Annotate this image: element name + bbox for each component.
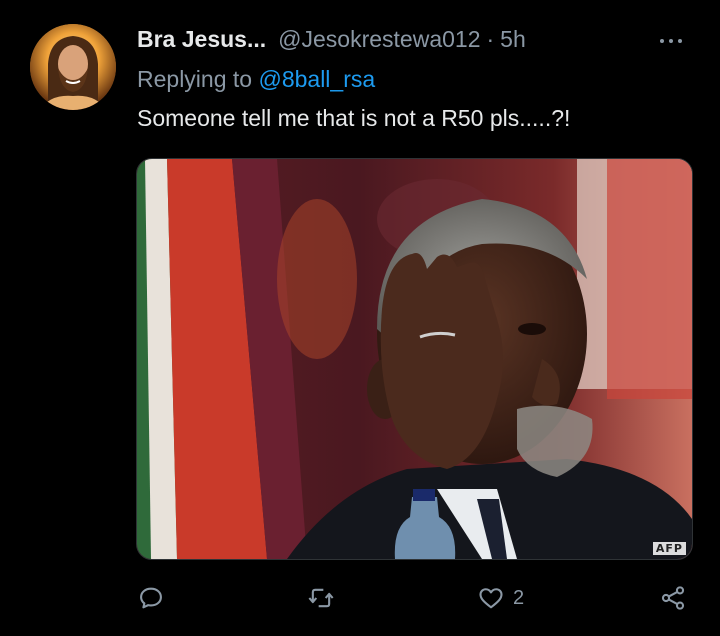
- tweet-header: Bra Jesus... @Jesokrestewa012 · 5h: [137, 26, 526, 60]
- share-nodes-icon: [661, 586, 685, 610]
- speech-bubble-icon: [140, 587, 162, 609]
- retweet-button[interactable]: [307, 580, 343, 616]
- retweet-arrows-icon: [308, 588, 334, 608]
- more-horizontal-icon: [678, 39, 682, 43]
- replying-mention-link[interactable]: @8ball_rsa: [258, 66, 375, 92]
- heart-icon: [479, 588, 503, 609]
- tweet-text: Someone tell me that is not a R50 pls...…: [137, 105, 571, 131]
- separator-dot: ·: [486, 26, 495, 52]
- like-count: 2: [513, 586, 525, 609]
- more-horizontal-icon: [660, 39, 664, 43]
- tweet[interactable]: Bra Jesus... @Jesokrestewa012 · 5h Reply…: [0, 0, 720, 636]
- more-horizontal-icon: [669, 39, 673, 43]
- tweet-photo[interactable]: AFP: [136, 158, 693, 560]
- author-handle[interactable]: @Jesokrestewa012: [278, 26, 480, 53]
- like-button[interactable]: 2: [477, 580, 524, 616]
- photo-watermark: AFP: [652, 542, 686, 555]
- avatar[interactable]: [30, 24, 116, 110]
- author-name[interactable]: Bra Jesus...: [137, 26, 266, 53]
- avatar-image: [30, 24, 116, 110]
- reply-button[interactable]: [137, 580, 173, 616]
- replying-to: Replying to @8ball_rsa: [137, 66, 375, 93]
- tweet-time[interactable]: 5h: [500, 26, 526, 53]
- more-options-button[interactable]: [660, 33, 690, 49]
- replying-prefix: Replying to: [137, 66, 259, 92]
- share-button[interactable]: [659, 580, 687, 616]
- photo-image: [137, 159, 692, 559]
- tweet-actions: 2: [137, 580, 697, 616]
